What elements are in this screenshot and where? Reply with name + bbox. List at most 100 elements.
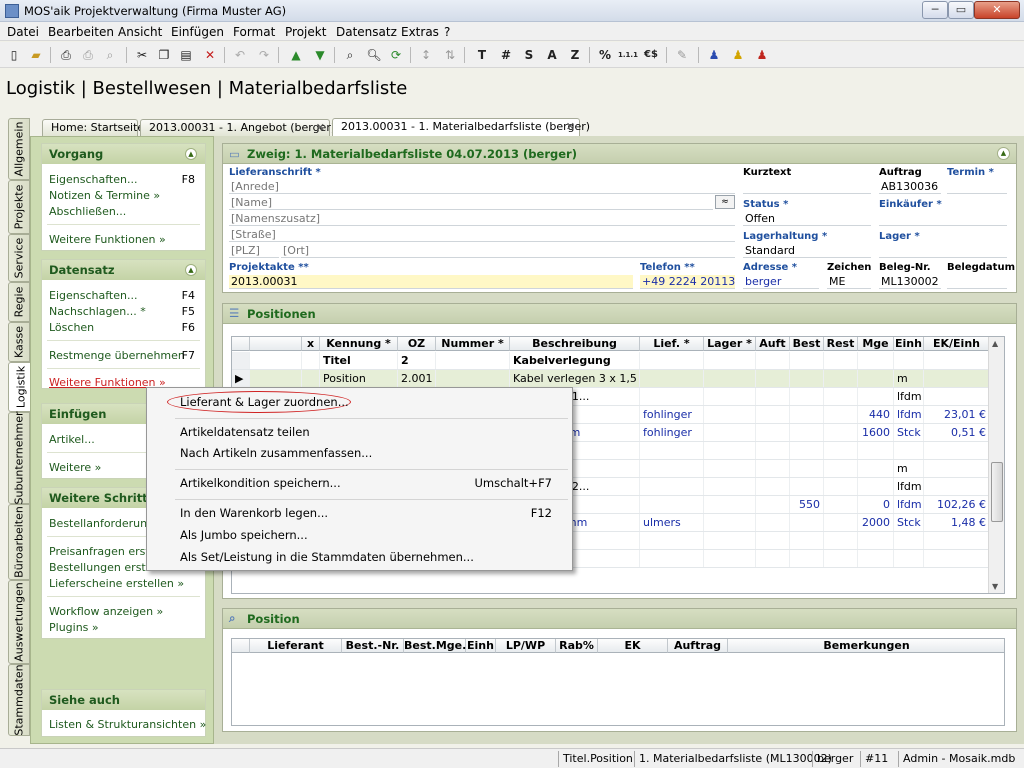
cell-einh[interactable]: Stck bbox=[894, 424, 924, 441]
side-tab-kasse[interactable]: Kasse bbox=[8, 322, 30, 362]
section-header[interactable]: Siehe auch bbox=[42, 690, 205, 710]
col-best-mge[interactable]: Best.Mge. bbox=[404, 639, 466, 653]
col-auft[interactable]: Auft bbox=[756, 337, 790, 351]
menu-extras[interactable]: Extras bbox=[401, 25, 439, 39]
minimize-button[interactable]: ─ bbox=[922, 1, 948, 19]
belegdatum-field[interactable] bbox=[947, 275, 1007, 289]
cell-auft[interactable] bbox=[756, 442, 790, 459]
close-icon[interactable]: ✕ bbox=[566, 119, 575, 134]
cell-rest[interactable] bbox=[824, 370, 858, 387]
cell-lief[interactable] bbox=[640, 496, 704, 513]
cell-auft[interactable] bbox=[756, 532, 790, 549]
cell-lager[interactable] bbox=[704, 370, 756, 387]
menu-artikelkondition[interactable]: Artikelkondition speichern... bbox=[180, 476, 341, 490]
cell-best[interactable] bbox=[790, 514, 824, 531]
open-icon[interactable]: ▰ bbox=[26, 45, 46, 65]
percent-button[interactable]: % bbox=[595, 45, 615, 65]
cell-auft[interactable] bbox=[756, 496, 790, 513]
restmenge-link[interactable]: Restmenge übernehmen bbox=[49, 349, 185, 362]
cell-mge[interactable] bbox=[858, 352, 894, 369]
workflow-link[interactable]: Workflow anzeigen » bbox=[49, 605, 163, 618]
text-z-button[interactable]: Z bbox=[565, 45, 585, 65]
cell-lief[interactable]: ulmers bbox=[640, 514, 704, 531]
cell-ek[interactable] bbox=[924, 442, 990, 459]
menu-set-leistung[interactable]: Als Set/Leistung in die Stammdaten übern… bbox=[180, 550, 474, 564]
cell-lager[interactable] bbox=[704, 532, 756, 549]
cell-best[interactable] bbox=[790, 532, 824, 549]
signature-button[interactable]: ≈ bbox=[715, 195, 735, 209]
menu-help[interactable]: ? bbox=[444, 25, 450, 39]
eigenschaften-link[interactable]: Eigenschaften... bbox=[49, 173, 137, 186]
tab-angebot[interactable]: 2013.00031 - 1. Angebot (berger) ✕ bbox=[140, 119, 335, 136]
cell-auft[interactable] bbox=[756, 460, 790, 477]
section-header[interactable]: Datensatz ▲ bbox=[42, 260, 205, 280]
cell-lager[interactable] bbox=[704, 406, 756, 423]
cell-oz[interactable]: 2 bbox=[398, 352, 436, 369]
cell-auft[interactable] bbox=[756, 352, 790, 369]
col-nummer[interactable]: Nummer * bbox=[436, 337, 510, 351]
cell-best[interactable] bbox=[790, 550, 824, 567]
cell-nummer[interactable] bbox=[436, 370, 510, 387]
cell-lief[interactable] bbox=[640, 460, 704, 477]
collapse-icon[interactable]: ▲ bbox=[997, 147, 1010, 160]
cell-einh[interactable]: lfdm bbox=[894, 388, 924, 405]
ort-field[interactable]: [Ort] bbox=[281, 244, 735, 258]
cell-mge[interactable] bbox=[858, 388, 894, 405]
col-oz[interactable]: OZ bbox=[398, 337, 436, 351]
cell-einh[interactable]: lfdm bbox=[894, 496, 924, 513]
cell-nummer[interactable] bbox=[436, 352, 510, 369]
menu-datei[interactable]: Datei bbox=[7, 25, 39, 39]
col-beschreibung[interactable]: Beschreibung bbox=[510, 337, 640, 351]
weitere-link[interactable]: Weitere » bbox=[49, 461, 101, 474]
cell-lief[interactable] bbox=[640, 388, 704, 405]
col-bemerkungen[interactable]: Bemerkungen bbox=[728, 639, 1004, 653]
side-tab-logistik[interactable]: Logistik bbox=[8, 362, 32, 412]
cell-ek[interactable]: 102,26 € bbox=[924, 496, 990, 513]
text-t-button[interactable]: T bbox=[472, 45, 492, 65]
side-tab-bueroarbeiten[interactable]: Büroarbeiten bbox=[8, 504, 30, 580]
einkaeufer-field[interactable] bbox=[879, 212, 1007, 226]
search-icon[interactable]: ⌕ bbox=[100, 45, 120, 65]
col-rabatt[interactable]: Rab% bbox=[556, 639, 598, 653]
cell-lief[interactable] bbox=[640, 370, 704, 387]
cell-ek[interactable] bbox=[924, 352, 990, 369]
menu-zusammenfassen[interactable]: Nach Artikeln zusammenfassen... bbox=[180, 446, 372, 460]
user-red-icon[interactable]: ♟ bbox=[752, 45, 772, 65]
cell-mge[interactable]: 440 bbox=[858, 406, 894, 423]
cell-lager[interactable] bbox=[704, 442, 756, 459]
cell-einh[interactable]: lfdm bbox=[894, 406, 924, 423]
cell-ek[interactable]: 1,48 € bbox=[924, 514, 990, 531]
cell-auft[interactable] bbox=[756, 424, 790, 441]
menu-jumbo[interactable]: Als Jumbo speichern... bbox=[180, 528, 308, 542]
zoom-icon[interactable]: 🔍︎ bbox=[364, 45, 384, 65]
lager-field[interactable] bbox=[879, 244, 1007, 258]
cell-mge[interactable] bbox=[858, 460, 894, 477]
cell-einh[interactable] bbox=[894, 352, 924, 369]
move-down-icon[interactable]: ▼ bbox=[310, 45, 330, 65]
menu-format[interactable]: Format bbox=[233, 25, 275, 39]
col-kennung[interactable]: Kennung * bbox=[320, 337, 398, 351]
cell-lager[interactable] bbox=[704, 388, 756, 405]
cell-mge[interactable]: 0 bbox=[858, 496, 894, 513]
cell-lief[interactable]: fohlinger bbox=[640, 406, 704, 423]
row-indicator-icon[interactable]: ▶ bbox=[232, 370, 250, 387]
col-einh[interactable]: Einh bbox=[894, 337, 924, 351]
namenszusatz-field[interactable]: [Namenszusatz] bbox=[229, 212, 735, 226]
bestellanforderung-link[interactable]: Bestellanforderung bbox=[49, 517, 154, 530]
eigenschaften-link[interactable]: Eigenschaften... bbox=[49, 289, 137, 302]
scroll-down-icon[interactable]: ▼ bbox=[992, 582, 998, 591]
col-mge[interactable]: Mge bbox=[858, 337, 894, 351]
cell-mge[interactable]: 1600 bbox=[858, 424, 894, 441]
menu-projekt[interactable]: Projekt bbox=[285, 25, 326, 39]
name-field[interactable]: [Name] bbox=[229, 196, 713, 210]
cell-best[interactable] bbox=[790, 460, 824, 477]
cell-einh[interactable]: m bbox=[894, 370, 924, 387]
col-einh[interactable]: Einh bbox=[466, 639, 496, 653]
cell-lager[interactable] bbox=[704, 496, 756, 513]
cell-lager[interactable] bbox=[704, 424, 756, 441]
lagerhaltung-field[interactable]: Standard bbox=[743, 244, 871, 258]
cell-auft[interactable] bbox=[756, 406, 790, 423]
user-yellow-icon[interactable]: ♟ bbox=[728, 45, 748, 65]
cell-lief[interactable] bbox=[640, 442, 704, 459]
cell-lager[interactable] bbox=[704, 460, 756, 477]
